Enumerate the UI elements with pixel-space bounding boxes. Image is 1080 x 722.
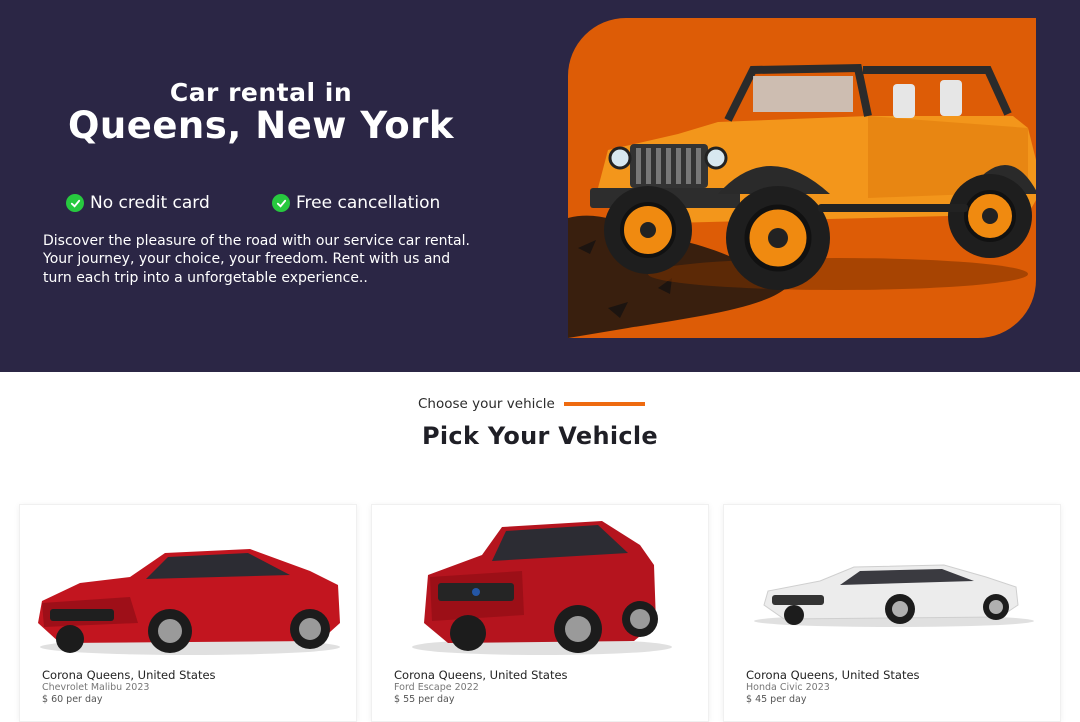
sedan-car-image (38, 549, 340, 655)
vehicle-location: Corona Queens, United States (394, 668, 568, 682)
sedan-car-image (754, 564, 1034, 627)
feature-label: Free cancellation (296, 193, 441, 213)
check-icon (272, 194, 290, 212)
accent-bar (563, 402, 645, 406)
check-icon (66, 194, 84, 212)
vehicle-model: Chevrolet Malibu 2023 (42, 682, 150, 693)
section-title: Pick Your Vehicle (422, 422, 658, 450)
hero-title-line-2: Queens, New York (67, 104, 455, 147)
jeep-car-image (568, 63, 1036, 338)
vehicle-price: $ 45 per day (746, 694, 807, 705)
feature-no-credit-card: No credit card (66, 193, 210, 213)
hero-jeep-image (568, 18, 1036, 338)
vehicle-model: Honda Civic 2023 (746, 682, 830, 693)
hero-section: Car rental in Queens, New York No credit… (0, 0, 1080, 372)
hero-description: Discover the pleasure of the road with o… (43, 233, 470, 286)
suv-car-image (412, 521, 672, 655)
vehicle-price: $ 60 per day (42, 694, 103, 705)
vehicle-location: Corona Queens, United States (746, 668, 920, 682)
feature-free-cancellation: Free cancellation (272, 193, 440, 213)
vehicle-price: $ 55 per day (394, 694, 455, 705)
eyebrow-label: Choose your vehicle (418, 396, 555, 412)
vehicle-card-civic[interactable]: Corona Queens, United States Honda Civic… (723, 504, 1061, 722)
vehicle-card-escape[interactable]: Corona Queens, United States Ford Escape… (371, 504, 709, 722)
vehicle-model: Ford Escape 2022 (394, 682, 479, 693)
vehicle-location: Corona Queens, United States (42, 668, 216, 682)
section-eyebrow: Choose your vehicle (418, 396, 645, 412)
vehicle-card-malibu[interactable]: Corona Queens, United States Chevrolet M… (19, 504, 357, 722)
hero-title-line-1: Car rental in (169, 78, 353, 107)
feature-label: No credit card (90, 193, 210, 213)
